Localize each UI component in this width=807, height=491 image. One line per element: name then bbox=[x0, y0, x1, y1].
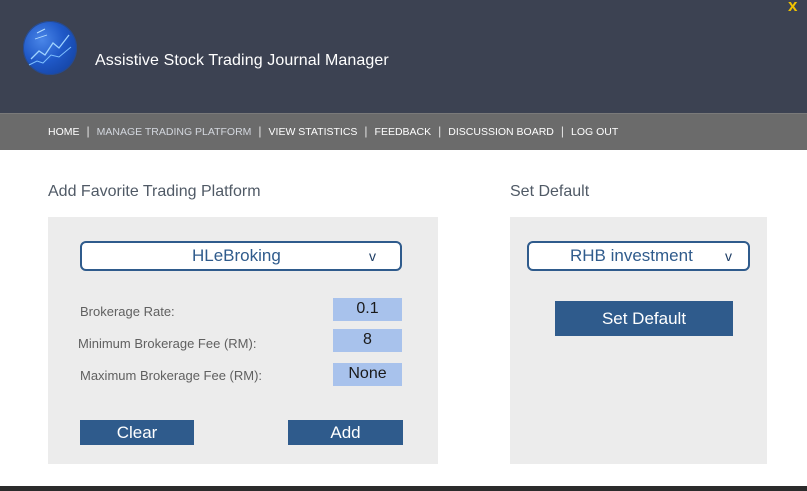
set-default-panel: RHB investment v Set Default bbox=[510, 217, 767, 464]
nav-item-manage-trading-platform[interactable]: MANAGE TRADING PLATFORM bbox=[97, 126, 252, 138]
chevron-down-icon: v bbox=[369, 248, 376, 264]
nav-item-view-statistics[interactable]: VIEW STATISTICS bbox=[269, 126, 358, 138]
brokerage-rate-value[interactable]: 0.1 bbox=[333, 298, 402, 321]
clear-button[interactable]: Clear bbox=[80, 420, 194, 445]
app-header: Assistive Stock Trading Journal Manager … bbox=[0, 0, 807, 113]
brokerage-rate-label: Brokerage Rate: bbox=[80, 304, 175, 319]
platform-select-value: HLeBroking bbox=[192, 246, 281, 265]
default-platform-select-value: RHB investment bbox=[570, 246, 693, 265]
nav-item-discussion-board[interactable]: DISCUSSION BOARD bbox=[448, 126, 554, 138]
app-title: Assistive Stock Trading Journal Manager bbox=[95, 52, 389, 69]
nav-separator: | bbox=[258, 124, 262, 138]
chevron-down-icon: v bbox=[725, 248, 732, 264]
default-platform-select[interactable]: RHB investment v bbox=[527, 241, 750, 271]
max-fee-value[interactable]: None bbox=[333, 363, 402, 386]
add-button[interactable]: Add bbox=[288, 420, 403, 445]
add-platform-panel: HLeBroking v Brokerage Rate: 0.1 Minimum… bbox=[48, 217, 438, 464]
platform-select[interactable]: HLeBroking v bbox=[80, 241, 402, 271]
nav-item-feedback[interactable]: FEEDBACK bbox=[375, 126, 432, 138]
main-nav: HOME | MANAGE TRADING PLATFORM | VIEW ST… bbox=[0, 113, 807, 150]
min-fee-value[interactable]: 8 bbox=[333, 329, 402, 352]
set-default-title: Set Default bbox=[510, 183, 590, 200]
nav-item-home[interactable]: HOME bbox=[48, 126, 80, 138]
max-fee-label: Maximum Brokerage Fee (RM): bbox=[80, 368, 263, 383]
set-default-button[interactable]: Set Default bbox=[555, 301, 733, 336]
add-platform-title: Add Favorite Trading Platform bbox=[48, 183, 261, 200]
app-logo-icon bbox=[23, 21, 77, 75]
bottom-border bbox=[0, 486, 807, 491]
nav-separator: | bbox=[560, 124, 565, 138]
min-fee-label: Minimum Brokerage Fee (RM): bbox=[78, 336, 257, 351]
nav-separator: | bbox=[438, 124, 442, 138]
nav-item-log-out[interactable]: LOG OUT bbox=[571, 126, 618, 138]
nav-separator: | bbox=[364, 124, 368, 138]
nav-separator: | bbox=[86, 124, 90, 138]
close-icon[interactable]: x bbox=[788, 0, 797, 16]
